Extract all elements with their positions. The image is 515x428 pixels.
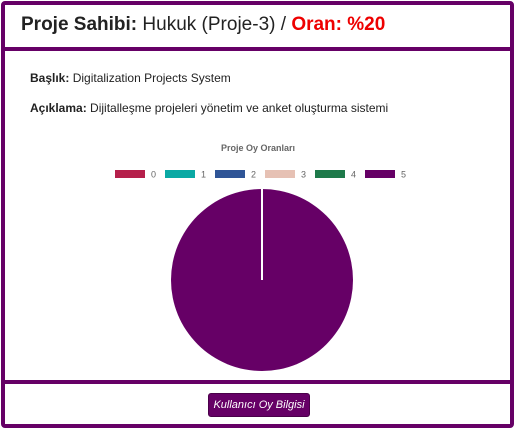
legend-label-5: 5 — [401, 170, 406, 180]
owner-label: Proje Sahibi: — [21, 14, 138, 35]
legend-label-3: 3 — [301, 170, 306, 180]
separator: / — [280, 14, 287, 35]
legend-label-2: 2 — [251, 170, 256, 180]
legend-swatch-4[interactable] — [315, 170, 345, 178]
card-header: Proje Sahibi: Hukuk (Proje-3) / Oran: %2… — [5, 5, 510, 51]
project-owner-heading: Proje Sahibi: Hukuk (Proje-3) / Oran: %2… — [21, 14, 385, 36]
legend-label-4: 4 — [351, 170, 356, 180]
chart-legend: 0 1 2 3 4 5 — [115, 170, 406, 180]
vote-chart: Proje Oy Oranları 0 1 2 3 4 5 — [5, 51, 510, 380]
legend-swatch-5[interactable] — [365, 170, 395, 178]
pie-slices — [171, 189, 353, 371]
card-body: Başlık: Digitalization Projects System A… — [5, 51, 510, 380]
legend-label-0: 0 — [151, 170, 156, 180]
legend-swatch-2[interactable] — [215, 170, 245, 178]
project-card: Proje Sahibi: Hukuk (Proje-3) / Oran: %2… — [1, 1, 514, 428]
user-vote-info-button[interactable]: Kullanıcı Oy Bilgisi — [208, 393, 310, 417]
owner-value: Hukuk (Proje-3) — [142, 14, 276, 35]
legend-label-1: 1 — [201, 170, 206, 180]
legend-swatch-1[interactable] — [165, 170, 195, 178]
legend-swatch-0[interactable] — [115, 170, 145, 178]
legend-swatch-3[interactable] — [265, 170, 295, 178]
card-footer: Kullanıcı Oy Bilgisi — [5, 380, 510, 428]
chart-title: Proje Oy Oranları — [221, 143, 295, 153]
ratio-label: Oran: %20 — [291, 14, 386, 35]
vote-chart-svg: Proje Oy Oranları 0 1 2 3 4 5 — [115, 143, 406, 371]
